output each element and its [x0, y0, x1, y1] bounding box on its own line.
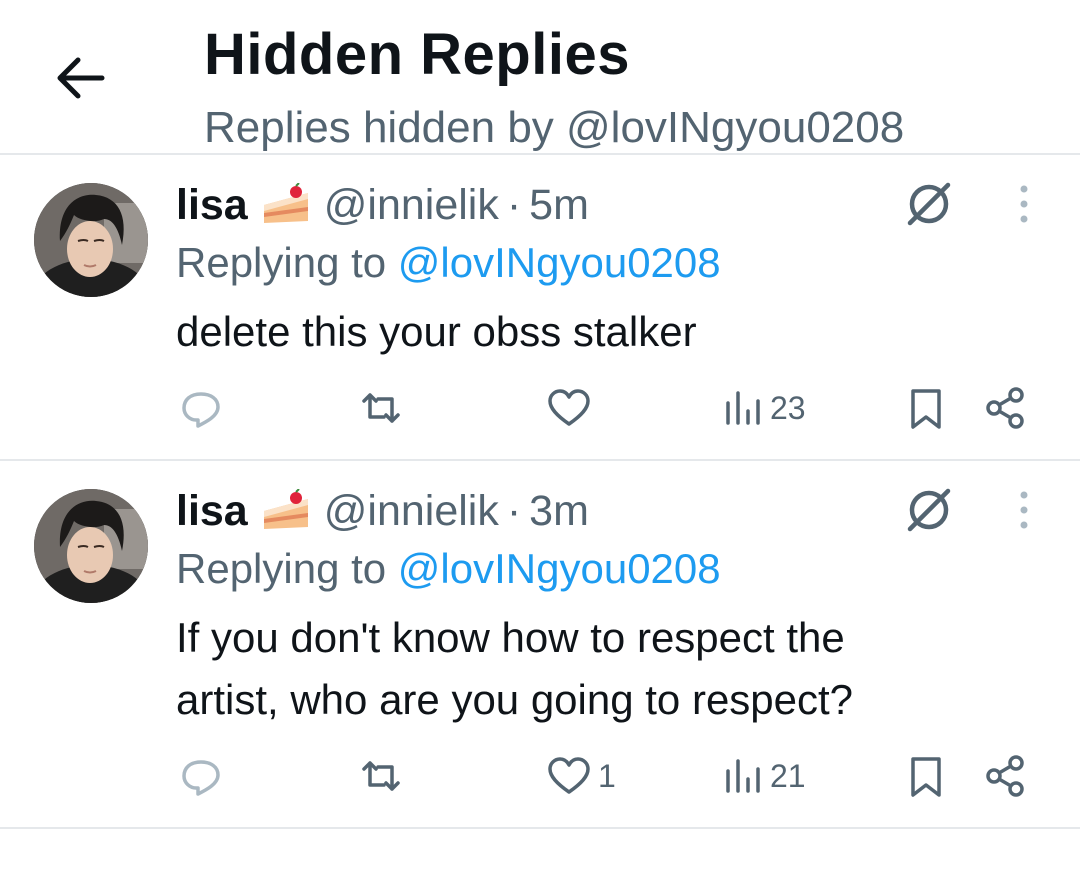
user-handle[interactable]: @innielik — [324, 181, 499, 230]
bookmark-icon — [911, 389, 941, 429]
retweet-icon — [362, 761, 400, 791]
reply-post-1[interactable]: lisa @innielik · 5m Replying to @lovINgy — [0, 155, 1080, 459]
display-name[interactable]: lisa — [176, 487, 248, 536]
views-button[interactable]: 21 — [722, 751, 806, 801]
share-icon — [986, 755, 1024, 797]
views-count: 23 — [770, 389, 806, 426]
views-icon — [726, 391, 760, 425]
arrow-left-icon — [57, 57, 105, 99]
replying-to-label: Replying to — [176, 239, 398, 286]
post-text: delete this your obss stalker — [176, 308, 697, 355]
cake-icon — [260, 488, 312, 533]
post-timestamp[interactable]: 5m — [529, 181, 589, 230]
hidden-reply-icon[interactable] — [904, 485, 954, 535]
like-count: 1 — [598, 757, 616, 794]
heart-icon — [548, 389, 590, 426]
replying-to-line: Replying to @lovINgyou0208 — [176, 545, 721, 593]
share-button[interactable] — [984, 751, 1028, 801]
post-text: If you don't know how to respect the art… — [176, 614, 854, 723]
action-bar: 23 — [0, 383, 1080, 433]
post-meta: lisa @innielik · 3m — [176, 485, 589, 537]
heart-icon — [548, 757, 590, 794]
post-meta: lisa @innielik · 5m — [176, 179, 589, 231]
replying-to-line: Replying to @lovINgyou0208 — [176, 239, 721, 287]
back-button[interactable] — [50, 48, 110, 108]
more-options-icon[interactable] — [1010, 485, 1038, 535]
reply-button[interactable] — [176, 383, 226, 433]
reply-post-2[interactable]: lisa @innielik · 3m Replying to @lovINgy — [0, 461, 1080, 827]
retweet-button[interactable] — [356, 383, 406, 433]
display-name[interactable]: lisa — [176, 181, 248, 230]
user-handle[interactable]: @innielik — [324, 487, 499, 536]
retweet-icon — [362, 393, 400, 423]
avatar[interactable] — [34, 489, 148, 603]
reply-icon — [182, 392, 220, 428]
bookmark-icon — [911, 757, 941, 797]
cake-icon — [260, 182, 312, 227]
action-bar: 1 21 — [0, 751, 1080, 801]
header: Hidden Replies Replies hidden by @lovINg… — [0, 0, 1080, 153]
page-title: Hidden Replies — [204, 22, 630, 87]
reply-button[interactable] — [176, 751, 226, 801]
share-button[interactable] — [984, 383, 1028, 433]
post-divider — [0, 827, 1080, 829]
mention-link[interactable]: @lovINgyou0208 — [398, 545, 721, 592]
post-timestamp[interactable]: 3m — [529, 487, 589, 536]
mention-link[interactable]: @lovINgyou0208 — [398, 239, 721, 286]
reply-icon — [182, 760, 220, 796]
views-icon — [726, 759, 760, 793]
hidden-reply-icon[interactable] — [904, 179, 954, 229]
share-icon — [986, 387, 1024, 429]
like-button[interactable]: 1 — [544, 751, 616, 801]
page-subtitle: Replies hidden by @lovINgyou0208 — [204, 103, 905, 152]
like-button[interactable] — [544, 383, 598, 433]
views-count: 21 — [770, 757, 806, 794]
more-options-icon[interactable] — [1010, 179, 1038, 229]
avatar[interactable] — [34, 183, 148, 297]
retweet-button[interactable] — [356, 751, 406, 801]
bookmark-button[interactable] — [906, 751, 946, 801]
bookmark-button[interactable] — [906, 383, 946, 433]
meta-separator: · — [506, 486, 522, 535]
replying-to-label: Replying to — [176, 545, 398, 592]
views-button[interactable]: 23 — [722, 383, 806, 433]
meta-separator: · — [506, 180, 522, 229]
